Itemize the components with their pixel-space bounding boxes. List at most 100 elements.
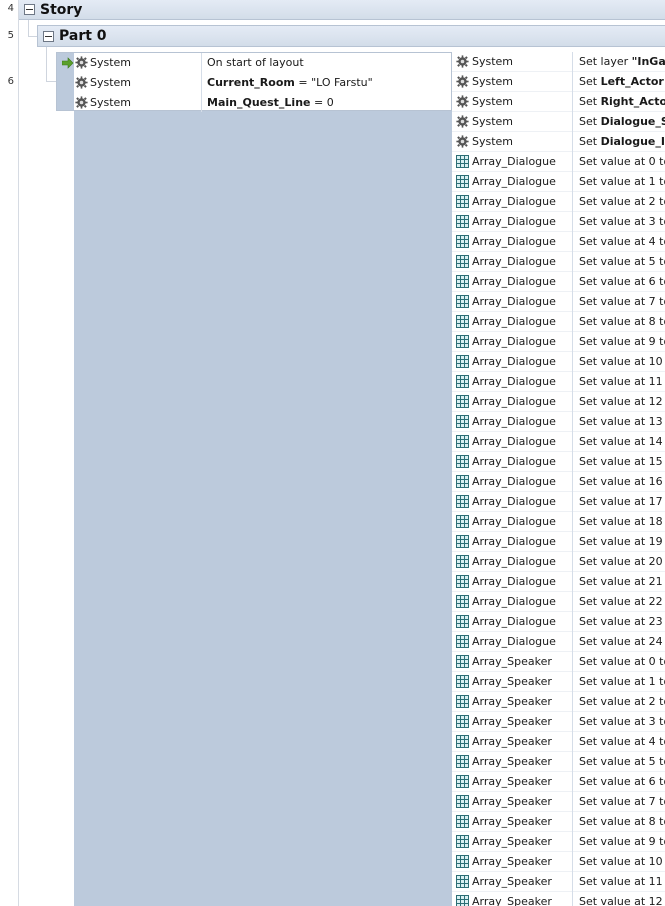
action-text-prefix: Set value at 3 to	[579, 215, 665, 228]
action-text: Set value at 1 to	[579, 175, 665, 188]
action-row[interactable]: Array_Speaker Set value at 5 to	[452, 752, 665, 772]
condition-row[interactable]: System Main_Quest_Line = 0	[57, 93, 453, 113]
action-text: Set value at 14 to	[579, 435, 665, 448]
tree-connector	[46, 81, 56, 82]
action-object: Array_Dialogue	[472, 175, 556, 188]
action-row[interactable]: Array_Dialogue Set value at 23 to	[452, 612, 665, 632]
action-row[interactable]: Array_Speaker Set value at 10 to	[452, 852, 665, 872]
column-divider	[572, 132, 573, 152]
array-icon	[456, 575, 469, 588]
action-row[interactable]: Array_Dialogue Set value at 6 to	[452, 272, 665, 292]
action-row[interactable]: Array_Dialogue Set value at 13 to	[452, 412, 665, 432]
action-row[interactable]: System Set layer "InGame	[452, 52, 665, 72]
action-object: Array_Speaker	[472, 855, 552, 868]
action-text-prefix: Set value at 21 to	[579, 575, 665, 588]
collapse-toggle-icon[interactable]	[24, 4, 35, 15]
action-text-prefix: Set	[579, 135, 601, 148]
action-row[interactable]: Array_Speaker Set value at 3 to	[452, 712, 665, 732]
column-divider	[572, 252, 573, 272]
action-row[interactable]: Array_Dialogue Set value at 3 to	[452, 212, 665, 232]
action-row[interactable]: Array_Dialogue Set value at 11 to	[452, 372, 665, 392]
action-row[interactable]: Array_Dialogue Set value at 16 to	[452, 472, 665, 492]
action-row[interactable]: Array_Dialogue Set value at 1 to	[452, 172, 665, 192]
event-body[interactable]	[74, 111, 452, 906]
action-row[interactable]: Array_Dialogue Set value at 0 to	[452, 152, 665, 172]
collapse-toggle-icon[interactable]	[43, 30, 54, 42]
column-divider	[572, 552, 573, 572]
action-row[interactable]: Array_Speaker Set value at 7 to	[452, 792, 665, 812]
action-object: System	[472, 115, 514, 128]
action-object: Array_Speaker	[472, 695, 552, 708]
action-row[interactable]: Array_Speaker Set value at 4 to	[452, 732, 665, 752]
action-object: Array_Dialogue	[472, 495, 556, 508]
action-row[interactable]: Array_Dialogue Set value at 15 to	[452, 452, 665, 472]
array-icon	[456, 415, 469, 428]
action-text: Set value at 5 to	[579, 255, 665, 268]
condition-row[interactable]: System On start of layout	[57, 53, 453, 73]
action-text-prefix: Set value at 2 to	[579, 695, 665, 708]
array-icon	[456, 335, 469, 348]
action-row[interactable]: Array_Dialogue Set value at 24 to	[452, 632, 665, 652]
action-object: Array_Dialogue	[472, 395, 556, 408]
action-row[interactable]: Array_Speaker Set value at 0 to	[452, 652, 665, 672]
action-row[interactable]: Array_Dialogue Set value at 18 to	[452, 512, 665, 532]
action-text: Set value at 22 to	[579, 595, 665, 608]
action-row[interactable]: Array_Dialogue Set value at 7 to	[452, 292, 665, 312]
action-row[interactable]: System Set Dialogue_Spe	[452, 112, 665, 132]
action-row[interactable]: Array_Dialogue Set value at 2 to	[452, 192, 665, 212]
array-icon	[456, 675, 469, 688]
action-row[interactable]: Array_Speaker Set value at 1 to	[452, 672, 665, 692]
action-row[interactable]: Array_Dialogue Set value at 8 to	[452, 312, 665, 332]
action-row[interactable]: Array_Dialogue Set value at 4 to	[452, 232, 665, 252]
action-row[interactable]: Array_Speaker Set value at 9 to	[452, 832, 665, 852]
action-text: Set value at 23 to	[579, 615, 665, 628]
action-text: Set value at 16 to	[579, 475, 665, 488]
line-number: 5	[7, 30, 14, 41]
action-text-prefix: Set value at 6 to	[579, 775, 665, 788]
action-text-prefix: Set value at 4 to	[579, 735, 665, 748]
action-text-prefix: Set	[579, 75, 601, 88]
action-row[interactable]: Array_Dialogue Set value at 20 to	[452, 552, 665, 572]
gear-icon	[456, 95, 469, 108]
action-row[interactable]: Array_Dialogue Set value at 12 to	[452, 392, 665, 412]
column-divider	[572, 732, 573, 752]
action-object: Array_Dialogue	[472, 255, 556, 268]
column-divider	[572, 212, 573, 232]
action-row[interactable]: Array_Dialogue Set value at 10 to	[452, 352, 665, 372]
action-row[interactable]: Array_Dialogue Set value at 22 to	[452, 592, 665, 612]
action-text: Set value at 0 to	[579, 655, 665, 668]
column-divider	[572, 332, 573, 352]
column-divider	[572, 412, 573, 432]
action-row[interactable]: Array_Dialogue Set value at 5 to	[452, 252, 665, 272]
action-text: Set value at 4 to	[579, 235, 665, 248]
action-object: Array_Dialogue	[472, 235, 556, 248]
event-conditions[interactable]: System On start of layout System Current…	[56, 52, 453, 113]
array-icon	[456, 635, 469, 648]
array-icon	[456, 615, 469, 628]
action-text-prefix: Set layer	[579, 55, 632, 68]
column-divider	[572, 312, 573, 332]
action-row[interactable]: Array_Speaker Set value at 8 to	[452, 812, 665, 832]
action-text-prefix: Set value at 4 to	[579, 235, 665, 248]
action-row[interactable]: Array_Dialogue Set value at 9 to	[452, 332, 665, 352]
action-row[interactable]: Array_Dialogue Set value at 17 to	[452, 492, 665, 512]
action-row[interactable]: System Set Right_Actor t	[452, 92, 665, 112]
action-row[interactable]: Array_Speaker Set value at 12 to	[452, 892, 665, 906]
action-object: Array_Dialogue	[472, 375, 556, 388]
array-icon	[456, 895, 469, 906]
action-row[interactable]: Array_Speaker Set value at 2 to	[452, 692, 665, 712]
column-divider	[572, 652, 573, 672]
group-header-part-0[interactable]: Part 0	[37, 25, 665, 47]
action-row[interactable]: Array_Dialogue Set value at 19 to	[452, 532, 665, 552]
condition-row[interactable]: System Current_Room = "LO Farstu"	[57, 73, 453, 93]
array-icon	[456, 215, 469, 228]
action-row[interactable]: Array_Dialogue Set value at 14 to	[452, 432, 665, 452]
action-row[interactable]: Array_Speaker Set value at 6 to	[452, 772, 665, 792]
condition-value: = "LO Farstu"	[294, 76, 373, 89]
action-row[interactable]: System Set Left_Actor to	[452, 72, 665, 92]
action-row[interactable]: Array_Speaker Set value at 11 to	[452, 872, 665, 892]
action-row[interactable]: System Set Dialogue_Ind	[452, 132, 665, 152]
action-row[interactable]: Array_Dialogue Set value at 21 to	[452, 572, 665, 592]
event-actions[interactable]: System Set layer "InGame System Set Left_Ac…	[452, 52, 665, 906]
group-header-story[interactable]: Story	[19, 0, 665, 20]
